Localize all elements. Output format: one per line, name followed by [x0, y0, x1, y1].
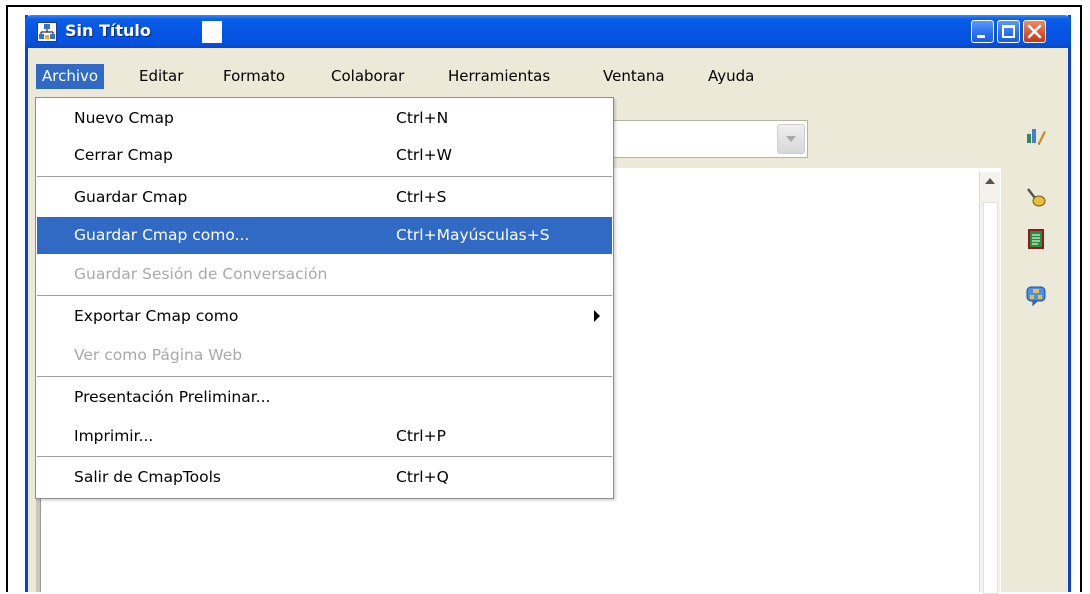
view-combo-box[interactable] [600, 120, 808, 158]
close-icon[interactable] [1023, 20, 1046, 43]
cmap-app-icon [37, 22, 57, 42]
vertical-scrollbar[interactable] [979, 172, 1000, 594]
menu-bar: Archivo Editar Formato Colaborar Herrami… [28, 48, 1068, 93]
submenu-arrow-icon [594, 310, 600, 322]
menu-ventana[interactable]: Ventana [597, 64, 671, 89]
chevron-down-icon[interactable] [777, 124, 805, 154]
menu-item-exportar-cmap[interactable]: Exportar Cmap como [37, 298, 612, 335]
title-bar[interactable]: Sin Título [25, 15, 1071, 48]
menu-ayuda[interactable]: Ayuda [702, 64, 760, 89]
brush-icon[interactable] [1025, 186, 1047, 208]
menu-separator [37, 295, 612, 296]
maximize-icon[interactable] [997, 20, 1020, 43]
menu-item-guardar-sesion: Guardar Sesión de Conversación [74, 265, 328, 283]
document-icon[interactable] [1025, 228, 1047, 250]
menu-item-salir[interactable]: Salir de CmapTools Ctrl+Q [37, 459, 612, 496]
menu-herramientas[interactable]: Herramientas [442, 64, 556, 89]
menu-item-guardar-cmap-como[interactable]: Guardar Cmap como... Ctrl+Mayúsculas+S [37, 217, 612, 254]
scroll-up-icon[interactable] [985, 178, 995, 184]
menu-separator [37, 176, 612, 177]
edit-styles-icon[interactable] [1025, 125, 1047, 147]
menu-separator [37, 376, 612, 377]
menu-formato[interactable]: Formato [217, 64, 291, 89]
menu-item-nuevo-cmap[interactable]: Nuevo Cmap Ctrl+N [37, 100, 612, 137]
window-title: Sin Título [65, 21, 151, 40]
menu-item-ver-pagina-web: Ver como Página Web [74, 346, 243, 364]
scroll-track[interactable] [983, 202, 998, 594]
menu-editar[interactable]: Editar [133, 64, 189, 89]
minimize-icon[interactable] [971, 20, 994, 43]
title-cursor-box [202, 21, 222, 43]
menu-colaborar[interactable]: Colaborar [325, 64, 410, 89]
menu-archivo[interactable]: Archivo [36, 64, 105, 89]
archivo-menu: Nuevo Cmap Ctrl+N Cerrar Cmap Ctrl+W Gua… [35, 97, 614, 499]
menu-item-imprimir[interactable]: Imprimir... Ctrl+P [37, 418, 612, 455]
menu-item-presentacion-preliminar[interactable]: Presentación Preliminar... [37, 379, 612, 416]
menu-separator [37, 456, 612, 457]
menu-item-guardar-cmap[interactable]: Guardar Cmap Ctrl+S [37, 179, 612, 216]
chat-icon[interactable] [1025, 285, 1047, 307]
menu-item-cerrar-cmap[interactable]: Cerrar Cmap Ctrl+W [37, 137, 612, 174]
